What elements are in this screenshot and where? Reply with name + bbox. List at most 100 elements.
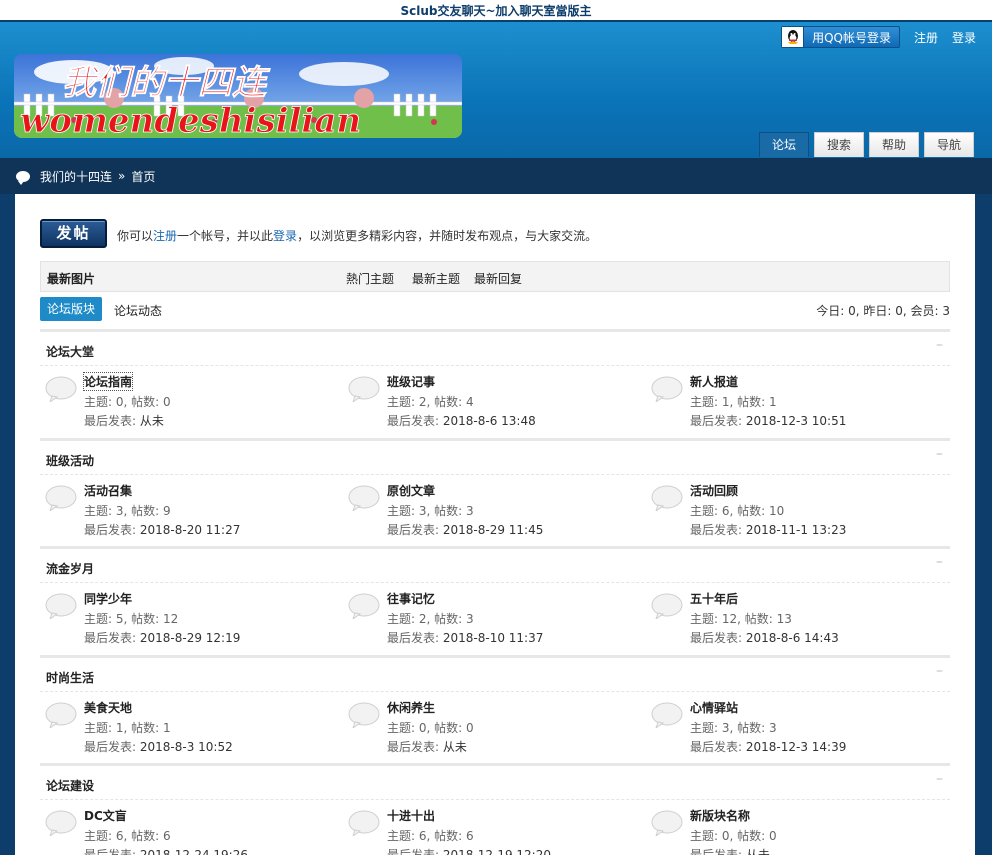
forum-name-link[interactable]: 原创文章 (387, 482, 435, 499)
logo-text-en: womendeshisilian (20, 101, 361, 138)
forum-last-post: 最后发表: 2018-8-29 12:19 (84, 629, 240, 646)
header-user-links: 用QQ帐号登录 注册 登录 (781, 26, 976, 48)
forum-name-link[interactable]: 往事记忆 (387, 590, 435, 607)
forum-name-link[interactable]: 休闲养生 (387, 699, 435, 716)
breadcrumb: 我们的十四连 » 首页 (0, 158, 992, 194)
forum-name-link[interactable]: 班级记事 (387, 373, 435, 390)
highlights-tabs: 最新图片 熱门主题 最新主题 最新回复 (40, 261, 950, 292)
category-divider (40, 799, 950, 800)
breadcrumb-site-link[interactable]: 我们的十四连 (40, 168, 112, 185)
forum-counts: 主题: 3, 帖数: 9 (84, 504, 171, 518)
forum-bubble-icon (651, 810, 683, 836)
forum-name-link[interactable]: 活动回顾 (690, 482, 738, 499)
last-post-time[interactable]: 2018-12-19 12:20 (443, 848, 551, 855)
last-post-time[interactable]: 2018-12-3 14:39 (746, 740, 847, 754)
last-post-time[interactable]: 2018-8-20 11:27 (140, 523, 241, 537)
category-title[interactable]: 流金岁月 (46, 560, 94, 577)
forum-item: 论坛指南 主题: 0, 帖数: 0 最后发表: 从未 (40, 368, 340, 428)
forum-name-link[interactable]: 活动召集 (84, 482, 132, 499)
last-post-time[interactable]: 2018-8-29 11:45 (443, 523, 544, 537)
latest-images-heading: 最新图片 (47, 272, 96, 286)
forum-name-link[interactable]: 心情驿站 (690, 699, 738, 716)
last-post-label: 最后发表: (690, 523, 746, 537)
collapse-icon[interactable]: – (936, 664, 946, 678)
site-header: 我们的十四连 womendeshisilian 用QQ帐号登录 注册 登录 论坛… (0, 22, 992, 158)
notice-login-link[interactable]: 登录 (273, 229, 297, 243)
forum-counts: 主题: 5, 帖数: 12 (84, 612, 179, 626)
forum-last-post: 最后发表: 2018-8-6 13:48 (387, 412, 536, 429)
collapse-icon[interactable]: – (936, 338, 946, 352)
last-post-time[interactable]: 2018-8-6 13:48 (443, 414, 536, 428)
forum-counts: 主题: 0, 帖数: 0 (84, 395, 171, 409)
top-banner-title[interactable]: Sclub交友聊天~加入聊天室當版主 (400, 4, 591, 18)
nav-tab-search[interactable]: 搜索 (813, 132, 864, 157)
forum-item: 十进十出 主题: 6, 帖数: 6 最后发表: 2018-12-19 12:20 (343, 802, 643, 855)
last-post-time[interactable]: 2018-11-1 13:23 (746, 523, 847, 537)
last-post-label: 最后发表: (690, 740, 746, 754)
forum-counts: 主题: 2, 帖数: 4 (387, 395, 474, 409)
board-tabs: 论坛版块 论坛动态 今日: 0, 昨日: 0, 会员: 3 (40, 297, 950, 323)
last-post-label: 最后发表: (690, 848, 746, 855)
forum-name-link[interactable]: 新版块名称 (690, 807, 750, 824)
forum-bubble-icon (348, 593, 380, 619)
forum-counts: 主题: 3, 帖数: 3 (387, 504, 474, 518)
forum-item: 五十年后 主题: 12, 帖数: 13 最后发表: 2018-8-6 14:43 (646, 585, 946, 645)
last-post-time[interactable]: 2018-8-6 14:43 (746, 631, 839, 645)
category-title[interactable]: 论坛大堂 (46, 343, 94, 360)
tab-new-replies[interactable]: 最新回复 (474, 270, 522, 287)
collapse-icon[interactable]: – (936, 447, 946, 461)
category-divider (40, 365, 950, 366)
forum-name-link[interactable]: DC文盲 (84, 807, 127, 824)
forum-last-post: 最后发表: 2018-12-24 19:26 (84, 846, 248, 855)
last-post-time[interactable]: 从未 (140, 414, 164, 428)
last-post-time[interactable]: 2018-8-3 10:52 (140, 740, 233, 754)
login-link[interactable]: 登录 (952, 29, 976, 46)
last-post-time[interactable]: 2018-12-24 19:26 (140, 848, 248, 855)
forum-name-link[interactable]: 十进十出 (387, 807, 435, 824)
forum-item: 原创文章主题: 3, 帖数: 3 最后发表: 2018-8-29 11:45 (343, 477, 643, 537)
forum-last-post: 最后发表: 2018-8-29 11:45 (387, 521, 543, 538)
site-logo[interactable]: 我们的十四连 womendeshisilian (14, 54, 462, 138)
category-title[interactable]: 时尚生活 (46, 669, 94, 686)
site-stats: 今日: 0, 昨日: 0, 会员: 3 (816, 304, 950, 318)
nav-tab-help[interactable]: 帮助 (868, 132, 919, 157)
last-post-time[interactable]: 2018-8-29 12:19 (140, 631, 241, 645)
forum-bubble-icon (348, 485, 380, 511)
forum-name-link[interactable]: 五十年后 (690, 590, 738, 607)
last-post-time[interactable]: 从未 (443, 740, 467, 754)
forum-last-post: 最后发表: 2018-11-1 13:23 (690, 521, 846, 538)
forum-name-link[interactable]: 同学少年 (84, 590, 132, 607)
category-title[interactable]: 论坛建设 (46, 777, 94, 794)
last-post-label: 最后发表: (387, 740, 443, 754)
forum-name-link[interactable]: 新人报道 (690, 373, 738, 390)
last-post-time[interactable]: 2018-12-3 10:51 (746, 414, 847, 428)
forum-counts: 主题: 6, 帖数: 6 (84, 829, 171, 843)
last-post-label: 最后发表: (84, 523, 140, 537)
tab-forum-boards[interactable]: 论坛版块 (40, 297, 103, 321)
forum-name-link[interactable]: 论坛指南 (82, 372, 134, 391)
forum-bubble-icon (651, 376, 683, 402)
collapse-icon[interactable]: – (936, 555, 946, 569)
register-link[interactable]: 注册 (914, 29, 938, 46)
tab-new-topics[interactable]: 最新主题 (412, 270, 460, 287)
tab-hot-topics[interactable]: 熱门主题 (346, 270, 394, 287)
breadcrumb-separator: » (118, 169, 126, 183)
forum-name-link[interactable]: 美食天地 (84, 699, 132, 716)
nav-tab-forum[interactable]: 论坛 (758, 132, 809, 157)
last-post-time[interactable]: 2018-8-10 11:37 (443, 631, 544, 645)
collapse-icon[interactable]: – (936, 772, 946, 786)
forum-last-post: 最后发表: 2018-8-3 10:52 (84, 738, 233, 755)
forum-last-post: 最后发表: 从未 (690, 846, 770, 855)
new-post-button[interactable]: 发帖 (40, 219, 107, 248)
forum-item: 美食天地 主题: 1, 帖数: 1 最后发表: 2018-8-3 10:52 (40, 694, 340, 754)
qq-login-label: 用QQ帐号登录 (812, 30, 891, 45)
last-post-time[interactable]: 从未 (746, 848, 770, 855)
forum-last-post: 最后发表: 2018-8-6 14:43 (690, 629, 839, 646)
qq-login-button[interactable]: 用QQ帐号登录 (781, 26, 900, 48)
nav-tab-guide[interactable]: 导航 (923, 132, 974, 157)
tab-forum-activity[interactable]: 论坛动态 (114, 302, 162, 319)
forum-item: 心情驿站主题: 3, 帖数: 3 最后发表: 2018-12-3 14:39 (646, 694, 946, 754)
category-title[interactable]: 班级活动 (46, 452, 94, 469)
notice-register-link[interactable]: 注册 (153, 229, 177, 243)
forum-counts: 主题: 3, 帖数: 3 (690, 721, 777, 735)
